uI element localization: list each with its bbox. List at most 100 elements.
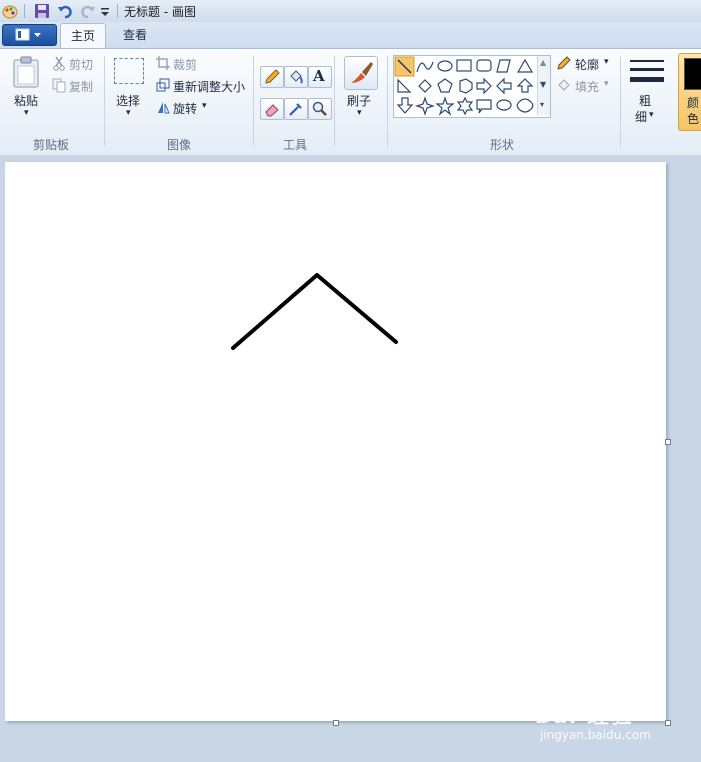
drawing-canvas[interactable] — [5, 162, 666, 721]
tools-group-label: 工具 — [283, 138, 308, 152]
text-tool[interactable]: A — [308, 66, 332, 88]
image-group-label: 图像 — [167, 138, 192, 152]
paint-bucket-icon — [290, 70, 303, 84]
polygon-shape[interactable] — [496, 59, 511, 73]
hexagon-shape[interactable] — [459, 78, 473, 94]
rotate-button[interactable]: 旋转 ▾ — [156, 99, 212, 117]
fill-dropdown-arrow: ▾ — [604, 79, 609, 89]
copy-button[interactable]: 复制 — [52, 77, 100, 95]
magnifier-icon — [312, 101, 327, 116]
size-label-line2: 细 — [635, 110, 648, 124]
fill-bucket-icon — [558, 79, 570, 91]
resize-handle-bottom[interactable] — [333, 720, 339, 726]
resize-button[interactable]: 重新调整大小 — [156, 77, 248, 95]
right-triangle-shape[interactable] — [397, 78, 412, 93]
eraser-icon — [265, 104, 279, 117]
color1-label-line2: 色 — [687, 112, 700, 126]
paint-app-icon[interactable] — [2, 3, 18, 19]
resize-icon — [156, 78, 170, 92]
paste-label: 粘贴 — [14, 94, 39, 108]
left-arrow-shape[interactable] — [496, 77, 512, 95]
group-divider — [334, 56, 335, 146]
customize-toolbar-icon[interactable] — [99, 3, 115, 19]
crop-icon — [156, 56, 170, 70]
tab-home-label: 主页 — [70, 29, 95, 43]
divider — [117, 4, 118, 18]
pentagon-shape[interactable] — [437, 78, 453, 93]
outline-label: 轮廓 — [575, 58, 600, 72]
down-arrow-shape[interactable] — [396, 97, 414, 114]
curve-shape[interactable] — [416, 61, 434, 73]
tab-view-label: 查看 — [122, 28, 147, 42]
eraser-tool[interactable] — [260, 98, 284, 120]
paste-dropdown-arrow: ▾ — [24, 108, 29, 118]
outline-dropdown-arrow: ▾ — [604, 57, 609, 67]
outline-pencil-icon — [557, 56, 571, 70]
brushes-button[interactable]: 刷子 ▾ — [341, 54, 381, 126]
select-label: 选择 — [116, 94, 141, 108]
select-dropdown-arrow: ▾ — [126, 108, 131, 118]
group-divider — [104, 56, 105, 146]
shapes-scrollbar[interactable]: ▲ ▼ ▾ — [537, 56, 550, 115]
selection-rectangle-icon — [114, 58, 144, 84]
file-menu-button[interactable] — [2, 24, 57, 46]
copy-icon — [52, 78, 66, 93]
brush-icon-frame — [344, 56, 378, 90]
rounded-rectangle-shape[interactable] — [476, 59, 492, 72]
paste-button[interactable]: 粘贴 ▾ — [6, 54, 46, 126]
resize-handle-corner[interactable] — [665, 720, 671, 726]
undo-icon[interactable] — [57, 3, 73, 19]
triangle-shape[interactable] — [516, 58, 534, 73]
redo-icon[interactable] — [80, 3, 96, 19]
line-thickness-icon — [630, 60, 664, 82]
cloud-callout-shape[interactable] — [516, 98, 534, 113]
crop-button[interactable]: 裁剪 — [156, 55, 206, 73]
six-point-star-shape[interactable] — [456, 96, 474, 116]
right-arrow-shape[interactable] — [476, 77, 492, 95]
up-arrow-shape[interactable] — [516, 78, 534, 93]
rotate-icon — [158, 102, 170, 114]
crop-label: 裁剪 — [173, 58, 198, 72]
fill-tool[interactable] — [284, 66, 308, 88]
five-point-star-shape[interactable] — [435, 96, 455, 116]
brush-icon — [351, 62, 373, 83]
pencil-tool[interactable] — [260, 66, 284, 88]
size-button[interactable]: 粗 细 ▾ — [626, 54, 668, 126]
cut-button[interactable]: 剪切 — [52, 55, 100, 73]
window-title: 无标题 - 画图 — [124, 5, 196, 19]
save-icon[interactable] — [34, 3, 50, 19]
title-bar: 无标题 - 画图 — [0, 0, 701, 23]
rotate-label: 旋转 — [173, 102, 198, 116]
scroll-down-icon[interactable]: ▼ — [540, 80, 546, 89]
group-divider — [253, 56, 254, 146]
resize-handle-right[interactable] — [665, 439, 671, 445]
magnifier-tool[interactable] — [308, 98, 332, 120]
tab-home[interactable]: 主页 — [60, 23, 106, 49]
oval-shape[interactable] — [437, 60, 453, 72]
oval-callout-shape[interactable] — [496, 99, 512, 111]
color-picker-tool[interactable] — [284, 98, 308, 120]
diamond-shape[interactable] — [418, 79, 432, 93]
size-dropdown-arrow: ▾ — [649, 110, 654, 120]
group-divider — [620, 56, 621, 146]
expand-gallery-icon[interactable]: ▾ — [540, 100, 544, 109]
shapes-gallery: ▲ ▼ ▾ — [393, 55, 551, 118]
fill-button[interactable]: 填充 ▾ — [556, 77, 614, 95]
rectangle-shape[interactable] — [456, 59, 472, 72]
text-icon: A — [313, 67, 325, 85]
fill-label: 填充 — [575, 80, 600, 94]
drawn-caret-line — [231, 273, 398, 350]
scroll-up-icon[interactable]: ▲ — [540, 58, 546, 67]
rectangular-callout-shape[interactable] — [476, 99, 492, 114]
brushes-label: 刷子 — [347, 94, 372, 108]
color1-button[interactable]: 颜 色 — [678, 53, 701, 131]
select-button[interactable]: 选择 ▾ — [110, 54, 152, 126]
four-point-star-shape[interactable] — [415, 96, 435, 116]
copy-label: 复制 — [69, 80, 94, 94]
brushes-dropdown-arrow: ▾ — [357, 108, 362, 118]
color1-label-line1: 颜 — [687, 96, 700, 110]
shapes-group-label: 形状 — [490, 138, 515, 152]
resize-label: 重新调整大小 — [173, 80, 246, 94]
tab-view[interactable]: 查看 — [112, 23, 158, 48]
outline-button[interactable]: 轮廓 ▾ — [556, 55, 614, 73]
